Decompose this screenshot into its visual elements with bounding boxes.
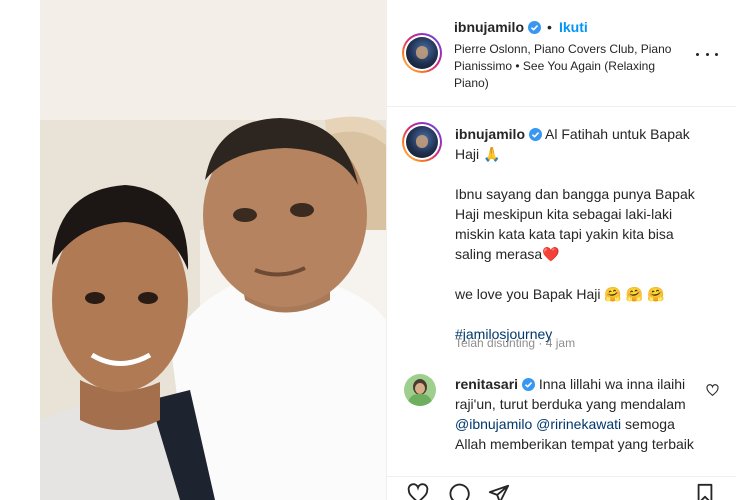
caption-author-avatar[interactable] <box>402 122 442 162</box>
more-options-icon[interactable] <box>696 44 718 64</box>
page-edge <box>736 0 750 500</box>
edited-timestamp[interactable]: Telah disunting · 4 jam <box>455 336 575 350</box>
paper-plane-icon[interactable] <box>487 483 511 500</box>
mention-link-2[interactable]: @ririnekawati <box>536 416 621 432</box>
comment-icon[interactable] <box>447 483 471 500</box>
bookmark-icon[interactable] <box>693 483 717 500</box>
caption-text: ibnujamilo Al Fatihah untuk Bapak Haji 🙏… <box>455 124 707 364</box>
comment-like-heart-icon[interactable] <box>706 384 719 397</box>
verified-badge-icon <box>521 378 535 391</box>
commenter-avatar[interactable] <box>404 374 436 406</box>
caption-line-2: Ibnu sayang dan bangga punya Bapak Haji … <box>455 186 695 262</box>
caption-line-3: we love you Bapak Haji 🤗 🤗 🤗 <box>455 286 665 302</box>
comment-text: renitasari Inna lillahi wa inna ilaihi r… <box>455 374 705 454</box>
caption-username[interactable]: ibnujamilo <box>455 126 525 142</box>
post-header: ibnujamilo • Ikuti Pierre Oslonn, Piano … <box>387 0 737 107</box>
mention-link-1[interactable]: @ibnujamilo <box>455 416 532 432</box>
post-photo[interactable] <box>40 0 386 500</box>
verified-badge-icon <box>527 21 541 34</box>
post-detail-panel: ibnujamilo • Ikuti Pierre Oslonn, Piano … <box>386 0 737 500</box>
post-photo-illustration <box>40 0 386 500</box>
separator-dot: • <box>547 19 552 35</box>
action-bar <box>387 476 737 500</box>
heart-icon[interactable] <box>406 483 430 500</box>
commenter-username[interactable]: renitasari <box>455 376 518 392</box>
verified-badge-icon <box>528 128 542 141</box>
author-username[interactable]: ibnujamilo <box>454 19 541 35</box>
follow-button[interactable]: Ikuti <box>559 19 588 35</box>
audio-track-link[interactable]: Pierre Oslonn, Piano Covers Club, Piano … <box>454 41 684 92</box>
author-avatar[interactable] <box>402 33 442 73</box>
